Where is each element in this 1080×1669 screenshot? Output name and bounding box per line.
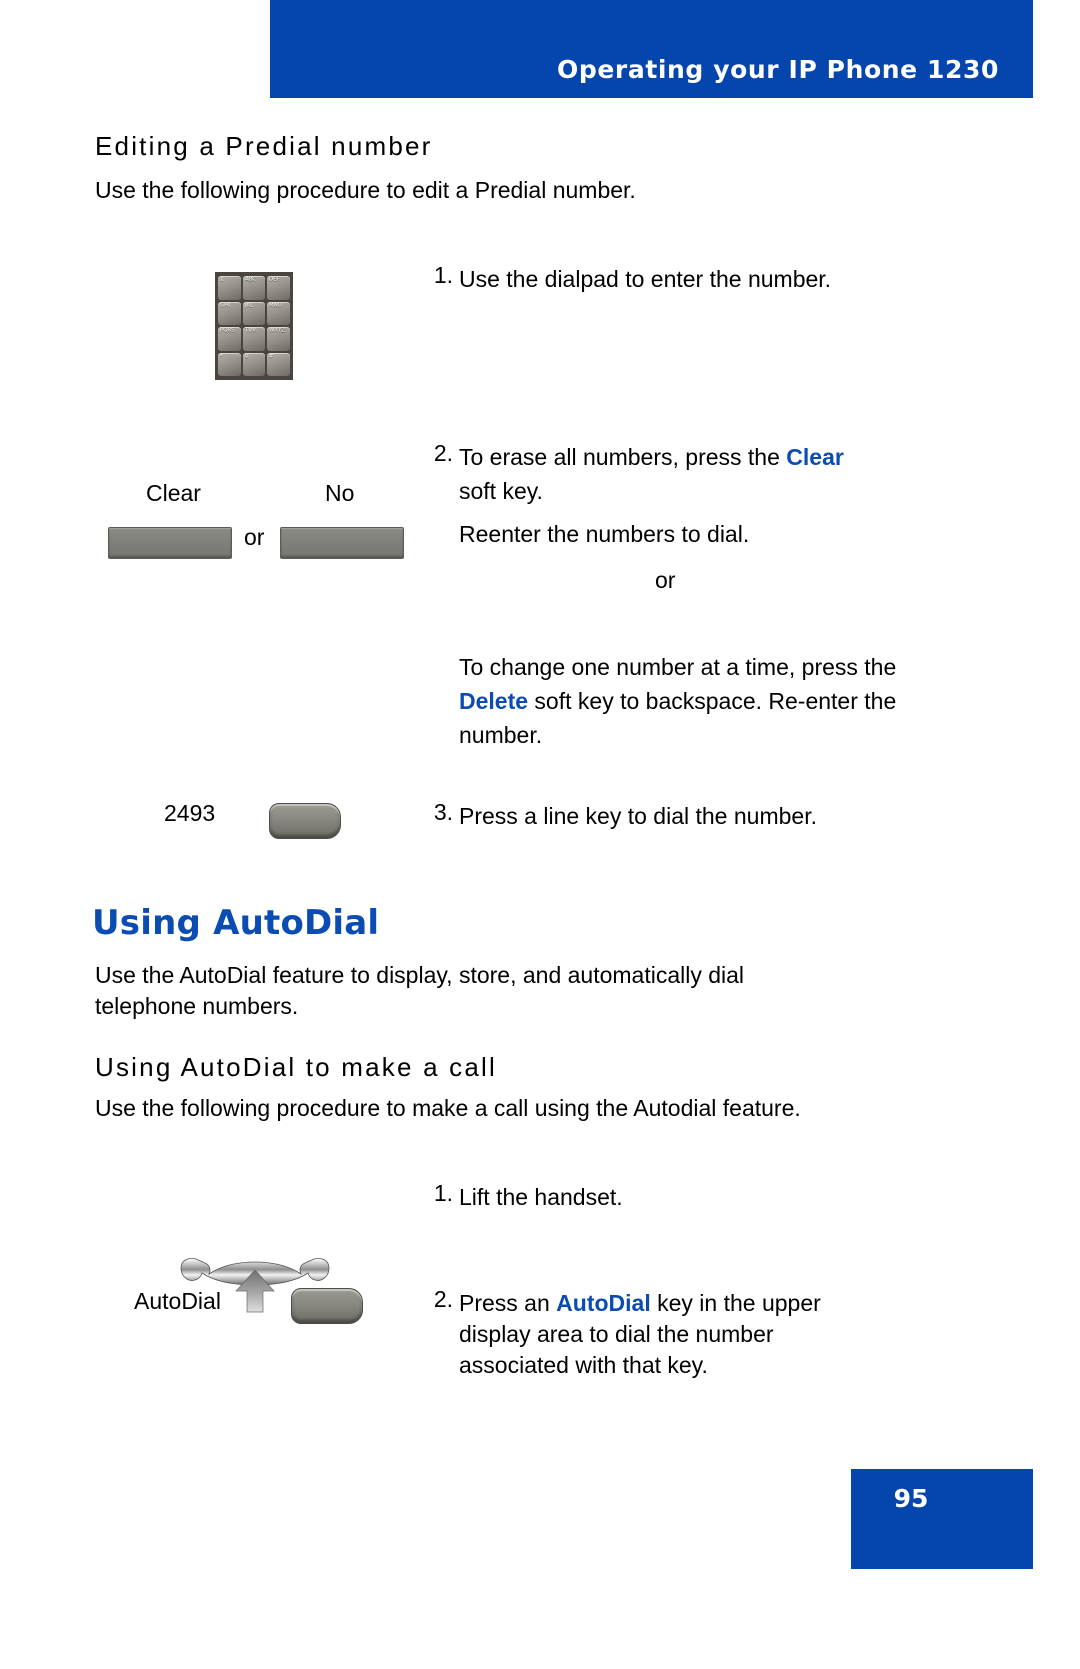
softkey-label-no: No xyxy=(325,480,355,506)
line-key-button[interactable] xyxy=(269,803,341,839)
step2-text-pre: To erase all numbers, press the xyxy=(459,444,787,470)
dialpad-key-1-label: 1 xyxy=(220,276,224,283)
dialpad-key-6: MNO xyxy=(267,301,290,325)
section-intro-using-autodial-line2: telephone numbers. xyxy=(95,993,299,1019)
dialpad-key-2-label: ABC xyxy=(244,276,256,283)
step-text-1-predial: Use the dialpad to enter the number. xyxy=(459,266,832,292)
keyword-clear: Clear xyxy=(786,444,844,470)
step-text-3-predial: Press a line key to dial the number. xyxy=(459,803,817,829)
step-text-2-predial-line-c: Reenter the numbers to dial. xyxy=(459,521,750,547)
autodial-pre: Press an xyxy=(459,1290,557,1316)
dialpad-key-8-label: TUV xyxy=(244,327,256,334)
step-number-1-predial: 1. xyxy=(433,262,453,288)
section-intro-editing-predial: Use the following procedure to edit a Pr… xyxy=(95,177,636,203)
dialpad-key-pound-label: # xyxy=(269,352,274,359)
subsection-intro-autodial-make-call: Use the following procedure to make a ca… xyxy=(95,1095,801,1121)
dialpad-key-3: DEF xyxy=(267,276,290,300)
dialpad-key-3-label: DEF xyxy=(269,276,281,283)
section-intro-using-autodial-line1: Use the AutoDial feature to display, sto… xyxy=(95,962,745,988)
softkey-label-clear: Clear xyxy=(146,480,201,506)
keyword-autodial: AutoDial xyxy=(556,1290,651,1316)
section-heading-using-autodial: Using AutoDial xyxy=(92,903,380,943)
autodial-key-button[interactable] xyxy=(291,1288,363,1324)
page-header-banner: Operating your IP Phone 1230 xyxy=(270,0,1033,98)
dialpad-key-6-label: MNO xyxy=(269,301,283,308)
step-number-1-autodial: 1. xyxy=(433,1180,453,1206)
autodial-key-label: AutoDial xyxy=(134,1288,221,1314)
section-heading-editing-predial: Editing a Predial number xyxy=(95,131,433,161)
keyword-delete: Delete xyxy=(459,688,529,714)
dialpad-key-star: * xyxy=(218,352,241,376)
step-number-2-predial: 2. xyxy=(433,440,453,466)
dialpad-key-2: ABC xyxy=(242,276,266,300)
dialpad-key-0: 0 xyxy=(242,352,266,376)
softkey-or-separator: or xyxy=(244,524,265,550)
dialpad-key-star-label: * xyxy=(220,352,223,359)
dialpad-key-9: WXYZ xyxy=(267,327,290,351)
dialpad-key-7-label: PQRS xyxy=(220,327,235,334)
dialpad-key-8: TUV xyxy=(242,327,266,351)
page-header-title: Operating your IP Phone 1230 xyxy=(557,55,999,84)
step-text-1-autodial: Lift the handset. xyxy=(459,1184,623,1210)
step-text-2-predial-line-a: To erase all numbers, press the Clear xyxy=(459,440,929,474)
dialpad-key-5: JKL xyxy=(242,301,266,325)
step-text-2-predial-line-b: soft key. xyxy=(459,478,543,504)
dialpad-key-9-label: WXYZ xyxy=(269,327,286,334)
page-number: 95 xyxy=(893,1484,929,1513)
step2-delete-pre: To change one number at a time, press th… xyxy=(459,654,897,680)
subsection-heading-autodial-make-call: Using AutoDial to make a call xyxy=(95,1052,497,1082)
dialpad-key-7: PQRS xyxy=(218,327,241,351)
dialpad-key-4-label: GHI xyxy=(220,301,230,308)
dialpad-key-pound: # xyxy=(267,352,290,376)
step-text-2-autodial-line-b: display area to dial the number xyxy=(459,1321,774,1347)
dialpad-image: 1 ABC DEF GHI JKL MNO PQRS TUV WXYZ * 0 … xyxy=(215,272,293,380)
dialpad-key-0-label: 0 xyxy=(244,352,249,359)
dialpad-key-1: 1 xyxy=(218,276,241,300)
dialpad-key-4: GHI xyxy=(218,301,241,325)
linekey-label-2493: 2493 xyxy=(164,800,216,826)
dialpad-key-5-label: JKL xyxy=(244,301,253,308)
step-number-3-predial: 3. xyxy=(433,799,453,825)
step-text-2-autodial-line-a: Press an AutoDial key in the upper xyxy=(459,1286,929,1320)
step-number-2-autodial: 2. xyxy=(433,1286,453,1312)
step-text-2-predial-or: or xyxy=(655,567,676,593)
softkey-button-clear[interactable] xyxy=(108,527,232,559)
step-text-2-predial-line-e: To change one number at a time, press th… xyxy=(459,650,929,752)
softkey-button-no[interactable] xyxy=(280,527,404,559)
autodial-post: key in the upper xyxy=(650,1290,821,1316)
step-text-2-autodial-line-c: associated with that key. xyxy=(459,1352,708,1378)
